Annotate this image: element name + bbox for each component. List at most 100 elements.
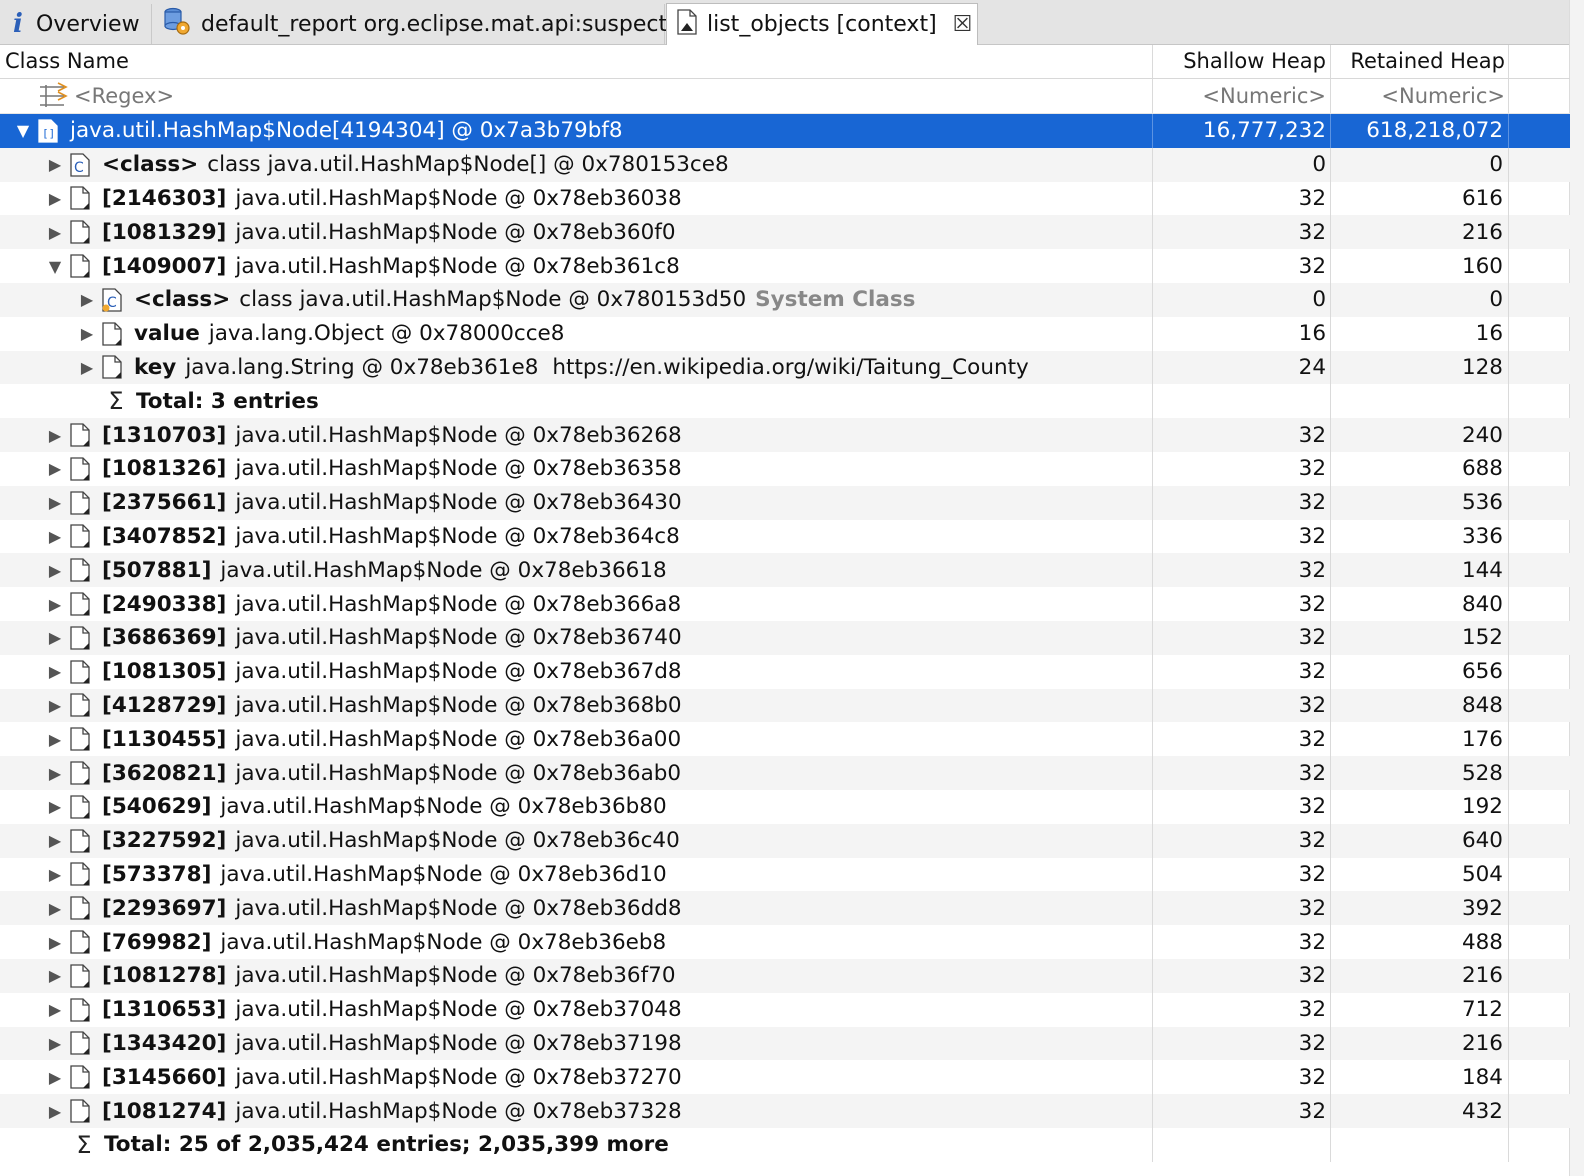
table-row[interactable]: ▶ [3227592] java.util.HashMap$Node @ 0x78e… (0, 823, 1570, 858)
table-row-root[interactable]: ▼ [] java.util.HashMap$Node[4194304] @ 0x7… (0, 114, 1570, 148)
object-label: java.util.HashMap$Node @ 0x78eb36f70 (235, 963, 676, 989)
table-row[interactable]: ▶ [2490338] java.util.HashMap$Node @ 0x78e… (0, 587, 1570, 621)
table-row[interactable]: ▶ C <class> class java.util.HashMap$Node @ … (0, 282, 1570, 317)
retained-filter-input[interactable]: <Numeric> (1331, 79, 1505, 113)
object-icon (70, 862, 90, 887)
expand-arrow-icon[interactable]: ▶ (46, 933, 64, 952)
table-row[interactable]: ▶ [2293697] java.util.HashMap$Node @ 0x78e… (0, 891, 1570, 926)
table-row[interactable]: ▶ [3407852] java.util.HashMap$Node @ 0x78e… (0, 519, 1570, 554)
object-label: java.util.HashMap$Node @ 0x78eb36d10 (220, 861, 667, 887)
table-row[interactable]: ▶ [507881] java.util.HashMap$Node @ 0x78eb… (0, 553, 1570, 588)
table-row[interactable]: ▶ [1081278] java.util.HashMap$Node @ 0x78e… (0, 958, 1570, 993)
collapse-arrow-icon[interactable]: ▼ (46, 257, 64, 276)
table-row-total[interactable]: Σ Total: 3 entries (0, 384, 1570, 419)
shallow-heap-cell: 32 (1298, 1098, 1326, 1124)
expand-arrow-icon[interactable]: ▶ (78, 358, 96, 377)
expand-arrow-icon[interactable]: ▶ (46, 696, 64, 715)
column-header-retained-heap[interactable]: Retained Heap (1331, 45, 1505, 78)
table-row-grand-total[interactable]: Σ Total: 25 of 2,035,424 entries; 2,035,3… (0, 1127, 1570, 1162)
table-row[interactable]: ▶ [1310703] java.util.HashMap$Node @ 0x78e… (0, 418, 1570, 452)
class-name-cell: ▶ [1343420] java.util.HashMap$Node @ 0x78e… (0, 1027, 1152, 1061)
svg-text:C: C (74, 160, 84, 176)
expand-arrow-icon[interactable]: ▶ (46, 730, 64, 749)
expand-arrow-icon[interactable]: ▶ (46, 1068, 64, 1087)
table-row[interactable]: ▶ [540629] java.util.HashMap$Node @ 0x78eb… (0, 789, 1570, 824)
table-row[interactable]: ▶ [2146303] java.util.HashMap$Node @ 0x78e… (0, 181, 1570, 216)
expand-arrow-icon[interactable]: ▶ (78, 324, 96, 343)
retained-heap-cell: 184 (1461, 1064, 1503, 1090)
object-label: java.util.HashMap$Node @ 0x78eb36038 (235, 185, 682, 211)
expand-arrow-icon[interactable]: ▶ (46, 1102, 64, 1121)
expand-arrow-icon[interactable]: ▶ (46, 1034, 64, 1053)
column-header-shallow-heap[interactable]: Shallow Heap (1152, 45, 1326, 78)
object-icon (70, 964, 90, 988)
object-icon (70, 220, 90, 244)
expand-arrow-icon[interactable]: ▶ (46, 493, 64, 512)
table-row[interactable]: ▶ [4128729] java.util.HashMap$Node @ 0x78e… (0, 688, 1570, 723)
shallow-heap-cell: 32 (1298, 692, 1326, 718)
table-row[interactable]: ▶ [1343420] java.util.HashMap$Node @ 0x78e… (0, 1026, 1570, 1061)
expand-arrow-icon[interactable]: ▶ (46, 155, 64, 174)
expand-arrow-icon[interactable]: ▶ (46, 595, 64, 614)
expand-arrow-icon[interactable]: ▶ (46, 1000, 64, 1019)
expand-arrow-icon[interactable]: ▶ (46, 426, 64, 445)
expand-arrow-icon[interactable]: ▶ (46, 662, 64, 681)
expand-arrow-icon[interactable]: ▶ (46, 223, 64, 242)
shallow-heap-cell: 32 (1298, 895, 1326, 921)
expand-arrow-icon[interactable]: ▶ (46, 831, 64, 850)
expand-arrow-icon[interactable]: ▶ (46, 189, 64, 208)
object-label: java.lang.Object @ 0x78000cce8 (208, 321, 565, 347)
class-name-cell: ▶ [1081326] java.util.HashMap$Node @ 0x78e… (0, 452, 1152, 486)
shallow-heap-cell: 32 (1298, 523, 1326, 549)
collapse-arrow-icon[interactable]: ▼ (14, 121, 32, 140)
table-row[interactable]: ▶ [573378] java.util.HashMap$Node @ 0x78eb… (0, 857, 1570, 892)
object-label: java.util.HashMap$Node @ 0x78eb36c40 (235, 828, 680, 854)
expand-arrow-icon[interactable]: ▶ (78, 290, 96, 309)
table-row[interactable]: ▶ [3620821] java.util.HashMap$Node @ 0x78e… (0, 756, 1570, 790)
object-label: java.util.HashMap$Node @ 0x78eb367d8 (235, 659, 682, 685)
array-index: [573378] (102, 861, 212, 887)
class-name-cell: ▶ [1081274] java.util.HashMap$Node @ 0x78e… (0, 1094, 1152, 1128)
tab-list-objects[interactable]: list_objects [context] ☒ (666, 3, 978, 45)
object-label: java.util.HashMap$Node @ 0x78eb36b80 (220, 794, 667, 820)
close-tab-icon[interactable]: ☒ (953, 12, 973, 37)
table-row[interactable]: ▶ [769982] java.util.HashMap$Node @ 0x78eb… (0, 925, 1570, 959)
table-row[interactable]: ▶ [1310653] java.util.HashMap$Node @ 0x78e… (0, 992, 1570, 1027)
expand-arrow-icon[interactable]: ▶ (46, 966, 64, 985)
table-row[interactable]: ▶ [1081329] java.util.HashMap$Node @ 0x78e… (0, 215, 1570, 250)
retained-heap-cell: 392 (1461, 895, 1503, 921)
expand-arrow-icon[interactable]: ▶ (46, 764, 64, 783)
object-icon (70, 930, 90, 954)
table-row-expanded[interactable]: ▼ [1409007] java.util.HashMap$Node @ 0x78e… (0, 249, 1570, 283)
vertical-scrollbar[interactable] (1569, 0, 1584, 1176)
expand-arrow-icon[interactable]: ▶ (46, 797, 64, 816)
table-row[interactable]: ▶ [1081326] java.util.HashMap$Node @ 0x78e… (0, 451, 1570, 486)
table-row[interactable]: ▶ [1081305] java.util.HashMap$Node @ 0x78e… (0, 654, 1570, 689)
table-row[interactable]: ▶ key java.lang.String @ 0x78eb361e8 https:… (0, 350, 1570, 385)
retained-heap-cell: 0 (1489, 287, 1503, 313)
expand-arrow-icon[interactable]: ▶ (46, 527, 64, 546)
shallow-heap-cell: 0 (1312, 287, 1326, 313)
expand-arrow-icon[interactable]: ▶ (46, 865, 64, 884)
table-row[interactable]: ▶ [1081274] java.util.HashMap$Node @ 0x78e… (0, 1094, 1570, 1128)
expand-arrow-icon[interactable]: ▶ (46, 561, 64, 580)
object-label: java.util.HashMap$Node @ 0x78eb361c8 (235, 253, 680, 279)
expand-arrow-icon[interactable]: ▶ (46, 459, 64, 478)
table-row[interactable]: ▶ [3145660] java.util.HashMap$Node @ 0x78e… (0, 1060, 1570, 1095)
document-icon (677, 8, 697, 41)
table-row[interactable]: ▶ C <class> class java.util.HashMap$Node[] … (0, 147, 1570, 182)
column-header-class-name[interactable]: Class Name (5, 45, 129, 78)
table-row[interactable]: ▶ [3686369] java.util.HashMap$Node @ 0x78e… (0, 620, 1570, 655)
table-row[interactable]: ▶ [1130455] java.util.HashMap$Node @ 0x78e… (0, 722, 1570, 757)
tab-default-report[interactable]: default_report org.eclipse.mat.api:suspe… (153, 4, 679, 44)
table-row[interactable]: ▶ [2375661] java.util.HashMap$Node @ 0x78e… (0, 485, 1570, 520)
class-name-cell: ▶ [2375661] java.util.HashMap$Node @ 0x78e… (0, 486, 1152, 520)
table-row[interactable]: ▶ value java.lang.Object @ 0x78000cce8 16 16 (0, 316, 1570, 351)
expand-arrow-icon[interactable]: ▶ (46, 628, 64, 647)
object-icon (70, 626, 90, 650)
shallow-filter-input[interactable]: <Numeric> (1152, 79, 1326, 113)
regex-filter-input[interactable]: <Regex> (36, 79, 174, 113)
class-name-cell: ▶ [4128729] java.util.HashMap$Node @ 0x78e… (0, 689, 1152, 723)
expand-arrow-icon[interactable]: ▶ (46, 899, 64, 918)
tab-overview[interactable]: i Overview (0, 4, 152, 44)
